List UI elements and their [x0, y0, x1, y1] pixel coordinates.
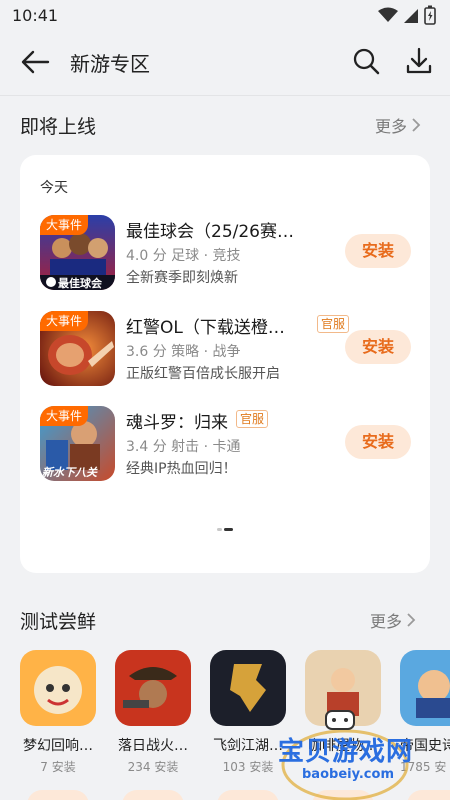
- chevron-right-icon: [407, 613, 416, 627]
- page-title: 新游专区: [70, 52, 150, 76]
- install-button[interactable]: 安装: [345, 330, 411, 364]
- upcoming-card: 今天 大事件 最佳球会 最佳球会（25/26赛… 4.0 分 足球 · 竞技 全…: [20, 155, 430, 573]
- icon-caption: 新水下八关: [42, 466, 97, 479]
- battery-icon: [424, 5, 436, 25]
- pager-dot-active: [224, 528, 233, 531]
- watermark-url: baobeiy.com: [302, 767, 394, 782]
- status-icons: [378, 5, 436, 25]
- watermark-text: 宝贝游戏网: [278, 737, 414, 767]
- pager-dot: [217, 528, 222, 531]
- install-button-partial[interactable]: [122, 790, 184, 800]
- game-name: 魂斗罗：归来: [126, 413, 228, 433]
- app-name: 梦幻回响…: [23, 738, 93, 754]
- game-icon-football: 大事件 最佳球会: [40, 215, 115, 290]
- game-meta: 3.4 分 射击 · 卡通: [126, 439, 241, 455]
- install-button[interactable]: 安装: [345, 234, 411, 268]
- game-row[interactable]: 大事件 红警OL（下载送橙… 官服 3.6 分 策略 · 战争 正版红警百倍成长…: [40, 311, 415, 391]
- game-desc: 全新赛季即刻焕新: [126, 270, 238, 286]
- upcoming-section-title: 即将上线: [20, 116, 97, 138]
- header-divider: [0, 95, 450, 96]
- upcoming-more-link[interactable]: 更多: [375, 113, 421, 137]
- official-badge: 官服: [317, 315, 350, 333]
- event-tag: 大事件: [40, 311, 89, 331]
- carousel-indicator: [217, 528, 233, 531]
- icon-caption: 最佳球会: [58, 277, 102, 290]
- test-more-link[interactable]: 更多: [370, 608, 416, 632]
- signal-icon: [404, 9, 418, 23]
- status-bar: 10:41: [0, 0, 450, 30]
- app-header: 新游专区: [0, 30, 450, 94]
- upcoming-more-label: 更多: [375, 117, 408, 136]
- install-button[interactable]: 安装: [345, 425, 411, 459]
- game-row[interactable]: 大事件 新水下八关 魂斗罗：归来 官服 3.4 分 射击 · 卡通 经典IP热血…: [40, 406, 415, 486]
- app-icon: [115, 650, 191, 726]
- game-name: 最佳球会（25/26赛…: [126, 222, 294, 242]
- event-tag: 大事件: [40, 215, 89, 235]
- app-install-count: 234 安装: [127, 760, 179, 774]
- game-desc: 正版红警百倍成长服开启: [126, 366, 280, 382]
- app-name: 落日战火…: [118, 738, 188, 754]
- download-icon[interactable]: [404, 46, 434, 76]
- wifi-icon: [378, 7, 398, 22]
- app-item[interactable]: 梦幻回响… 7 安装: [20, 650, 96, 775]
- card-day-label: 今天: [40, 180, 68, 196]
- event-tag: 大事件: [40, 406, 89, 426]
- game-row[interactable]: 大事件 最佳球会 最佳球会（25/26赛… 4.0 分 足球 · 竞技 全新赛季…: [40, 215, 415, 295]
- game-meta: 3.6 分 策略 · 战争: [126, 344, 241, 360]
- game-icon-contra: 大事件 新水下八关: [40, 406, 115, 481]
- app-item[interactable]: 落日战火… 234 安装: [115, 650, 191, 775]
- test-more-label: 更多: [370, 612, 403, 631]
- game-icon-red-alert: 大事件: [40, 311, 115, 386]
- game-meta: 4.0 分 足球 · 竞技: [126, 248, 241, 264]
- official-badge: 官服: [236, 410, 269, 428]
- test-section-title: 测试尝鲜: [20, 611, 97, 633]
- game-desc: 经典IP热血回归！: [126, 461, 237, 477]
- app-icon: [20, 650, 96, 726]
- app-install-count: 7 安装: [40, 760, 76, 774]
- chevron-right-icon: [412, 118, 421, 132]
- search-icon[interactable]: [351, 46, 381, 76]
- install-button-partial[interactable]: [27, 790, 89, 800]
- back-arrow-icon[interactable]: [18, 48, 52, 76]
- status-time: 10:41: [12, 5, 59, 25]
- game-name: 红警OL（下载送橙…: [126, 318, 285, 338]
- watermark: 宝贝游戏网 baobeiy.com: [270, 705, 450, 800]
